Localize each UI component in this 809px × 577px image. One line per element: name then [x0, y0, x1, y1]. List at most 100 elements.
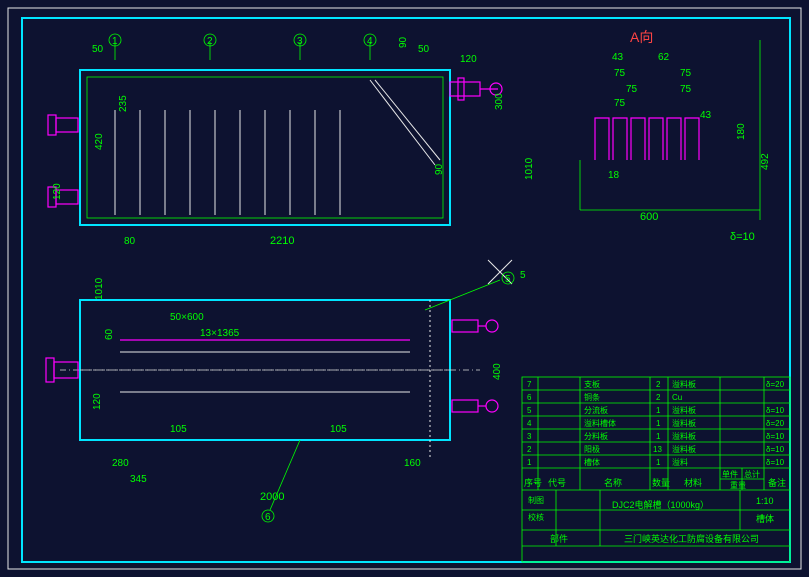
elevation-view	[48, 42, 502, 225]
dim-50a: 50	[92, 44, 104, 55]
svg-text:120: 120	[92, 393, 103, 410]
svg-text:备注: 备注	[768, 477, 786, 488]
svg-text:1: 1	[656, 406, 661, 415]
svg-text:槽体: 槽体	[756, 513, 774, 524]
dim-235: 235	[118, 95, 129, 112]
bom-rows: 7支板2溢料板δ=20 6铜条2Cu 5分流板1溢料板δ=10 4溢料槽体1溢料…	[527, 379, 785, 467]
svg-text:名称: 名称	[604, 477, 622, 488]
svg-text:溢料槽体: 溢料槽体	[584, 418, 616, 428]
svg-text:溢料板: 溢料板	[672, 418, 696, 428]
callout-5-6: 5 6	[262, 272, 514, 523]
svg-text:分料板: 分料板	[584, 431, 608, 441]
svg-text:溢料板: 溢料板	[672, 431, 696, 441]
svg-text:2000: 2000	[260, 491, 284, 503]
svg-text:4: 4	[367, 36, 373, 47]
svg-text:1: 1	[656, 458, 661, 467]
svg-text:2: 2	[656, 380, 661, 389]
svg-text:序号: 序号	[524, 477, 542, 488]
svg-text:345: 345	[130, 474, 147, 485]
dim-90b: 90	[434, 163, 445, 175]
svg-text:δ=20: δ=20	[766, 380, 785, 389]
svg-text:105: 105	[330, 424, 347, 435]
svg-text:75: 75	[614, 98, 626, 109]
svg-text:75: 75	[680, 84, 692, 95]
svg-text:62: 62	[658, 52, 670, 63]
svg-text:1010: 1010	[94, 277, 105, 300]
svg-text:6: 6	[265, 512, 271, 523]
plan-view	[46, 300, 498, 460]
svg-text:75: 75	[680, 68, 692, 79]
svg-text:数量: 数量	[652, 477, 670, 488]
svg-text:180: 180	[736, 123, 747, 140]
svg-text:160: 160	[404, 458, 421, 469]
svg-text:2: 2	[207, 36, 213, 47]
dim-1010: 1010	[524, 157, 535, 180]
detail-a: A向	[580, 29, 760, 220]
svg-text:2: 2	[656, 393, 661, 402]
svg-text:δ=10: δ=10	[766, 406, 785, 415]
svg-text:400: 400	[492, 363, 503, 380]
svg-text:代号: 代号	[548, 478, 566, 488]
svg-text:1: 1	[112, 36, 118, 47]
svg-text:1: 1	[656, 419, 661, 428]
title-block: 序号 代号 名称 数量 材料 单件 总计 重量 备注 7 支板 2 溢料板 δ=20 6…	[522, 377, 790, 562]
svg-text:校核: 校核	[528, 512, 544, 522]
drawing-canvas: 50 50 90 120 235 420 300 90 120 80 2210 …	[0, 0, 809, 577]
svg-text:50×600: 50×600	[170, 312, 204, 323]
svg-text:75: 75	[614, 68, 626, 79]
svg-text:1: 1	[656, 432, 661, 441]
svg-text:δ=10: δ=10	[766, 445, 785, 454]
dim-300: 300	[494, 93, 505, 110]
svg-text:3: 3	[527, 432, 532, 441]
svg-text:18: 18	[608, 170, 620, 181]
svg-text:1:10: 1:10	[756, 496, 774, 506]
dim-2210: 2210	[270, 235, 294, 247]
svg-text:δ=10: δ=10	[766, 432, 785, 441]
dim-50b: 50	[418, 44, 430, 55]
svg-text:部件: 部件	[550, 533, 568, 544]
svg-text:支板: 支板	[584, 379, 600, 389]
svg-text:1: 1	[527, 458, 532, 467]
svg-text:铜条: 铜条	[584, 392, 600, 402]
svg-text:溢料板: 溢料板	[672, 405, 696, 415]
svg-text:13: 13	[653, 445, 662, 454]
svg-text:492: 492	[760, 153, 771, 170]
svg-text:280: 280	[112, 458, 129, 469]
svg-text:槽体: 槽体	[584, 457, 600, 467]
svg-text:3: 3	[297, 36, 303, 47]
svg-text:5: 5	[505, 274, 511, 285]
svg-text:溢料板: 溢料板	[672, 444, 696, 454]
svg-text:4: 4	[527, 419, 532, 428]
svg-text:δ=20: δ=20	[766, 419, 785, 428]
dim-120l: 120	[52, 183, 63, 200]
svg-text:Cu: Cu	[672, 393, 682, 402]
dim-420: 420	[94, 133, 105, 150]
svg-text:重量: 重量	[730, 480, 746, 490]
svg-text:单件: 单件	[722, 469, 738, 479]
svg-text:13×1365: 13×1365	[200, 328, 240, 339]
svg-text:δ=10: δ=10	[766, 458, 785, 467]
svg-text:60: 60	[104, 328, 115, 340]
delta-note: δ=10	[730, 231, 755, 243]
svg-text:6: 6	[527, 393, 532, 402]
svg-text:43: 43	[700, 110, 712, 121]
svg-text:阳极: 阳极	[584, 444, 600, 454]
svg-text:2: 2	[527, 445, 532, 454]
dim-80: 80	[124, 236, 136, 247]
dim-90t: 90	[398, 36, 409, 48]
svg-text:溢料板: 溢料板	[672, 379, 696, 389]
svg-text:制图: 制图	[528, 495, 544, 505]
svg-text:600: 600	[640, 211, 658, 223]
svg-text:7: 7	[527, 380, 532, 389]
dim-120: 120	[460, 54, 477, 65]
svg-text:溢料: 溢料	[672, 457, 688, 467]
svg-text:A向: A向	[630, 29, 653, 45]
product-name: DJC2电解槽（1000kg）	[612, 499, 709, 510]
callout-bubbles: 1 2 3 4	[109, 34, 376, 47]
svg-text:75: 75	[626, 84, 638, 95]
svg-text:5: 5	[520, 270, 526, 281]
svg-text:总计: 总计	[744, 469, 760, 479]
svg-text:105: 105	[170, 424, 187, 435]
svg-text:材料: 材料	[684, 477, 702, 488]
svg-text:43: 43	[612, 52, 624, 63]
